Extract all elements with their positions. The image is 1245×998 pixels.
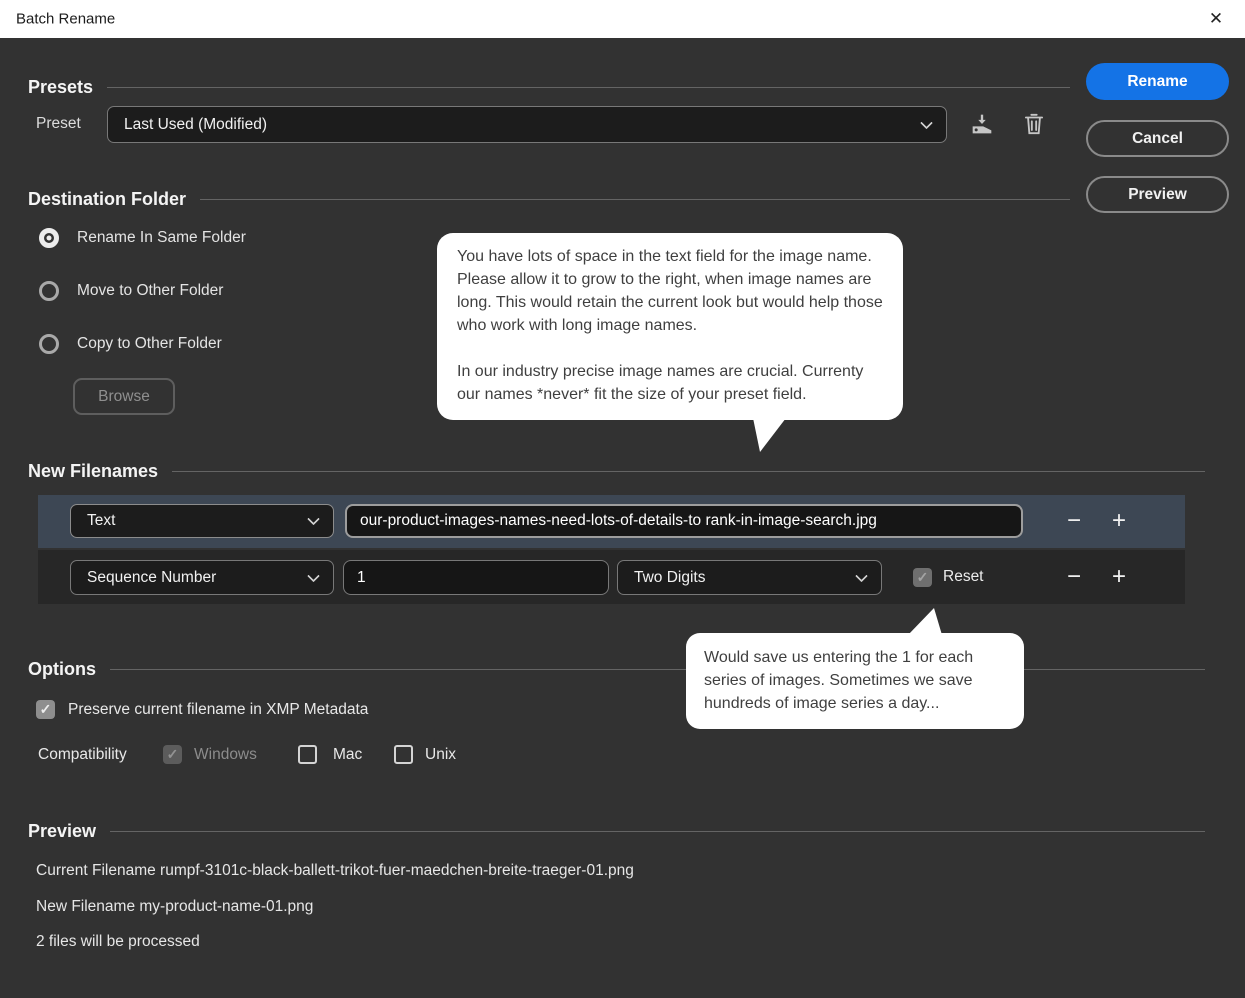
browse-button[interactable]: Browse [73,378,175,415]
remove-row-button[interactable]: − [1057,560,1091,594]
radio-label: Copy to Other Folder [77,335,222,352]
reset-checkbox[interactable]: ✓ [913,568,932,587]
close-icon[interactable]: ✕ [1195,0,1237,38]
component-type-dropdown[interactable]: Text [70,504,334,538]
text-value-input[interactable] [345,504,1023,538]
preset-dropdown[interactable]: Last Used (Modified) [107,106,947,143]
callout-textfield-width: You have lots of space in the text field… [437,233,903,452]
title-bar: Batch Rename ✕ [0,0,1245,38]
preview-button[interactable]: Preview [1086,176,1229,213]
unix-checkbox[interactable] [394,745,413,764]
radio-label: Move to Other Folder [77,282,224,299]
save-preset-button[interactable] [966,108,998,140]
callout-paragraph: In our industry precise image names are … [457,363,864,403]
options-section-header: Options [28,658,1205,680]
section-divider [107,86,1070,88]
save-preset-icon [972,114,992,134]
preserve-filename-label: Preserve current filename in XMP Metadat… [68,701,369,718]
section-divider [110,668,1205,670]
preview-title: Preview [28,820,97,841]
radio-move-to-other-folder[interactable]: Move to Other Folder [39,280,223,302]
cancel-button[interactable]: Cancel [1086,120,1229,157]
presets-section-header: Presets [28,76,1070,98]
new-filenames-section-header: New Filenames [28,460,1205,482]
chevron-down-icon [855,569,868,582]
new-filenames-title: New Filenames [28,460,159,481]
checkmark-icon: ✓ [166,746,179,762]
destination-section-header: Destination Folder [28,188,1070,210]
destination-title: Destination Folder [28,188,187,209]
delete-preset-button[interactable] [1018,108,1050,140]
digits-value: Two Digits [634,568,706,586]
unix-label: Unix [425,746,457,763]
radio-unselected-icon[interactable] [39,334,59,354]
chevron-down-icon [307,569,320,582]
radio-label: Rename In Same Folder [77,229,246,246]
rename-button[interactable]: Rename [1086,63,1229,100]
component-type-value: Text [87,512,116,529]
component-type-value: Sequence Number [87,568,217,586]
files-count-line: 2 files will be processed [36,933,200,950]
preserve-filename-checkbox[interactable]: ✓ [36,700,55,719]
add-row-button[interactable]: + [1102,560,1136,594]
section-divider [172,470,1205,472]
section-divider [110,830,1205,832]
sequence-start-input[interactable] [343,560,609,595]
windows-label: Windows [194,746,257,763]
mac-checkbox[interactable] [298,745,317,764]
preset-label: Preset [36,115,81,132]
options-title: Options [28,658,96,679]
windows-checkbox[interactable]: ✓ [163,745,182,764]
preset-dropdown-value: Last Used (Modified) [124,115,268,133]
current-filename-line: Current Filename rumpf-3101c-black-balle… [36,862,634,879]
section-divider [200,198,1070,200]
compatibility-label: Compatibility [38,746,127,763]
chevron-down-icon [307,512,320,526]
callout-paragraph: Would save us entering the 1 for each se… [704,649,974,712]
chevron-down-icon [920,116,933,129]
add-row-button[interactable]: + [1102,504,1136,538]
checkmark-icon: ✓ [916,569,929,585]
radio-copy-to-other-folder[interactable]: Copy to Other Folder [39,333,222,355]
preview-section-header: Preview [28,820,1205,842]
radio-selected-icon[interactable] [39,228,59,248]
mac-label: Mac [333,746,363,763]
checkmark-icon: ✓ [39,701,52,717]
callout-paragraph: You have lots of space in the text field… [457,248,883,334]
trash-icon [1024,113,1044,135]
component-type-dropdown[interactable]: Sequence Number [70,560,334,595]
digits-dropdown[interactable]: Two Digits [617,560,882,595]
reset-label: Reset [943,568,984,585]
batch-rename-dialog: Batch Rename ✕ Presets Preset Last Used … [0,0,1245,998]
remove-row-button[interactable]: − [1057,504,1091,538]
radio-unselected-icon[interactable] [39,281,59,301]
window-title: Batch Rename [16,10,116,28]
radio-rename-in-same-folder[interactable]: Rename In Same Folder [39,227,246,249]
presets-title: Presets [28,76,94,97]
new-filename-line: New Filename my-product-name-01.png [36,898,314,915]
callout-sequence-reset: Would save us entering the 1 for each se… [686,608,1024,729]
